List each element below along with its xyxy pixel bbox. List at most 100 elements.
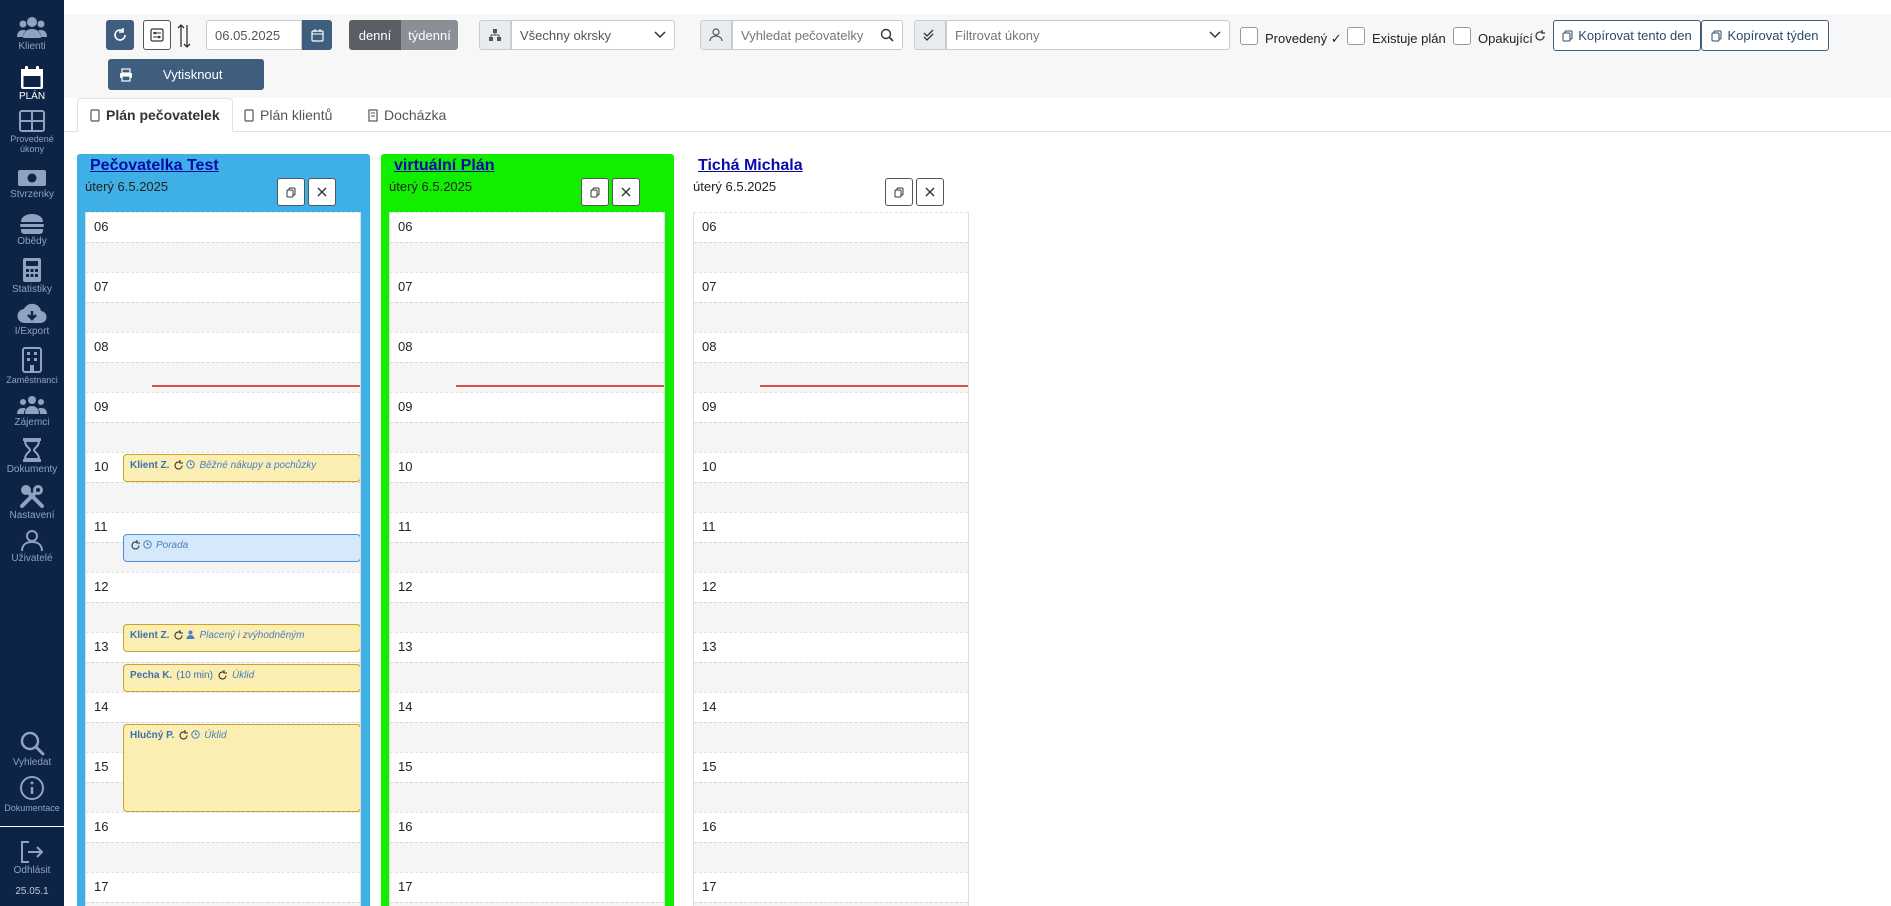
service-filter-select[interactable]: Filtrovat úkony — [946, 20, 1230, 50]
print-button[interactable]: Vytisknout — [108, 59, 264, 90]
half-hour-slot[interactable] — [390, 482, 664, 512]
half-hour-slot[interactable] — [390, 242, 664, 272]
half-hour-slot[interactable] — [86, 482, 360, 512]
hour-row[interactable]: 17 — [390, 872, 664, 906]
hour-row[interactable]: 11 — [390, 512, 664, 572]
plan-exists-checkbox[interactable] — [1347, 27, 1365, 45]
view-daily-button[interactable]: denní — [349, 20, 401, 50]
sidebar-item-dokumentace[interactable]: Dokumentace — [0, 775, 64, 813]
half-hour-slot[interactable] — [390, 902, 664, 906]
hour-slot[interactable] — [694, 872, 968, 902]
half-hour-slot[interactable] — [694, 902, 968, 906]
half-hour-slot[interactable] — [390, 722, 664, 752]
half-hour-slot[interactable] — [694, 782, 968, 812]
hour-slot[interactable] — [694, 212, 968, 242]
hour-slot[interactable] — [390, 272, 664, 302]
hour-slot[interactable] — [86, 332, 360, 362]
hour-slot[interactable] — [694, 632, 968, 662]
hour-slot[interactable] — [694, 332, 968, 362]
half-hour-slot[interactable] — [86, 302, 360, 332]
tab-plan-klientu[interactable]: Plán klientů — [232, 98, 344, 132]
date-input[interactable]: 06.05.2025 — [206, 20, 302, 50]
sidebar-item-statistiky[interactable]: Statistiky — [0, 257, 64, 295]
hour-slot[interactable] — [390, 752, 664, 782]
hour-row[interactable]: 17 — [86, 872, 360, 906]
caregiver-search-input[interactable]: Vyhledat pečovatelky — [732, 20, 903, 50]
hour-row[interactable]: 16 — [86, 812, 360, 872]
half-hour-slot[interactable] — [390, 542, 664, 572]
sidebar-item-uzivatele[interactable]: Uživatelé — [0, 530, 64, 564]
hour-row[interactable]: 09 — [694, 392, 968, 452]
hour-slot[interactable] — [86, 272, 360, 302]
clear-column-button[interactable] — [916, 178, 944, 206]
hour-row[interactable]: 12 — [694, 572, 968, 632]
copy-column-button[interactable] — [885, 178, 913, 206]
district-select[interactable]: Všechny okrsky — [511, 20, 675, 50]
half-hour-slot[interactable] — [390, 602, 664, 632]
copy-column-button[interactable] — [277, 178, 305, 206]
hour-slot[interactable] — [694, 752, 968, 782]
hour-row[interactable]: 12 — [86, 572, 360, 632]
sidebar-item-plan[interactable]: PLÁN — [0, 66, 64, 102]
sidebar-item-obedy[interactable]: Obědy — [0, 213, 64, 247]
hour-slot[interactable] — [694, 452, 968, 482]
plan-event[interactable]: Klient Z. Placený i zvýhodněným — [123, 624, 360, 652]
hour-row[interactable]: 10 — [390, 452, 664, 512]
sidebar-item-provedene-ukony[interactable]: Provedené úkony — [0, 110, 64, 154]
hour-row[interactable]: 07 — [86, 272, 360, 332]
hour-slot[interactable] — [694, 812, 968, 842]
hour-slot[interactable] — [390, 392, 664, 422]
hour-slot[interactable] — [390, 212, 664, 242]
hour-slot[interactable] — [390, 332, 664, 362]
hour-slot[interactable] — [390, 452, 664, 482]
half-hour-slot[interactable] — [86, 902, 360, 906]
hour-slot[interactable] — [694, 392, 968, 422]
clear-column-button[interactable] — [308, 178, 336, 206]
hour-row[interactable]: 13 — [390, 632, 664, 692]
caregiver-name-link[interactable]: virtuální Plán — [394, 157, 494, 175]
tab-plan-pecovatelek[interactable]: Plán pečovatelek — [77, 98, 233, 132]
hour-row[interactable]: 12 — [390, 572, 664, 632]
hour-row[interactable]: 14 — [390, 692, 664, 752]
sidebar-item-export[interactable]: I/Export — [0, 303, 64, 337]
hour-row[interactable]: 06 — [390, 212, 664, 272]
sidebar-item-dokumenty[interactable]: Dokumenty — [0, 437, 64, 475]
half-hour-slot[interactable] — [86, 842, 360, 872]
refresh-button[interactable] — [106, 20, 134, 50]
sidebar-item-zamestnanci[interactable]: Zaměstnanci — [0, 347, 64, 385]
half-hour-slot[interactable] — [390, 362, 664, 392]
hour-slot[interactable] — [694, 692, 968, 722]
half-hour-slot[interactable] — [86, 242, 360, 272]
copy-column-button[interactable] — [581, 178, 609, 206]
hour-row[interactable]: 16 — [390, 812, 664, 872]
hour-row[interactable]: 09 — [86, 392, 360, 452]
view-weekly-button[interactable]: týdenní — [401, 20, 458, 50]
recurring-checkbox[interactable] — [1453, 27, 1471, 45]
caregiver-name-link[interactable]: Tichá Michala — [698, 157, 803, 175]
hour-row[interactable]: 08 — [86, 332, 360, 392]
plan-event[interactable]: Klient Z. Běžné nákupy a pochůzky — [123, 454, 360, 482]
logout-button[interactable]: Odhlásit — [0, 840, 64, 876]
hour-slot[interactable] — [694, 272, 968, 302]
half-hour-slot[interactable] — [694, 842, 968, 872]
hour-slot[interactable] — [86, 392, 360, 422]
half-hour-slot[interactable] — [86, 422, 360, 452]
hour-slot[interactable] — [390, 512, 664, 542]
half-hour-slot[interactable] — [86, 362, 360, 392]
half-hour-slot[interactable] — [390, 662, 664, 692]
half-hour-slot[interactable] — [694, 542, 968, 572]
half-hour-slot[interactable] — [694, 722, 968, 752]
settings-sliders-button[interactable] — [143, 20, 171, 50]
day-grid[interactable]: 06 07 08 09 10 11 12 13 14 15 16 17 — [389, 212, 665, 906]
tab-dochazka[interactable]: Docházka — [356, 98, 458, 132]
provedeny-checkbox[interactable] — [1240, 27, 1258, 45]
sidebar-item-zajemci[interactable]: Zájemci — [0, 394, 64, 428]
hour-slot[interactable] — [86, 572, 360, 602]
half-hour-slot[interactable] — [694, 242, 968, 272]
plan-event[interactable]: Pecha K. (10 min) Úklid — [123, 664, 360, 692]
half-hour-slot[interactable] — [694, 362, 968, 392]
sidebar-item-klienti[interactable]: Klienti — [0, 16, 64, 52]
half-hour-slot[interactable] — [694, 602, 968, 632]
hour-row[interactable]: 06 — [694, 212, 968, 272]
copy-week-button[interactable]: Kopírovat týden — [1701, 20, 1829, 51]
